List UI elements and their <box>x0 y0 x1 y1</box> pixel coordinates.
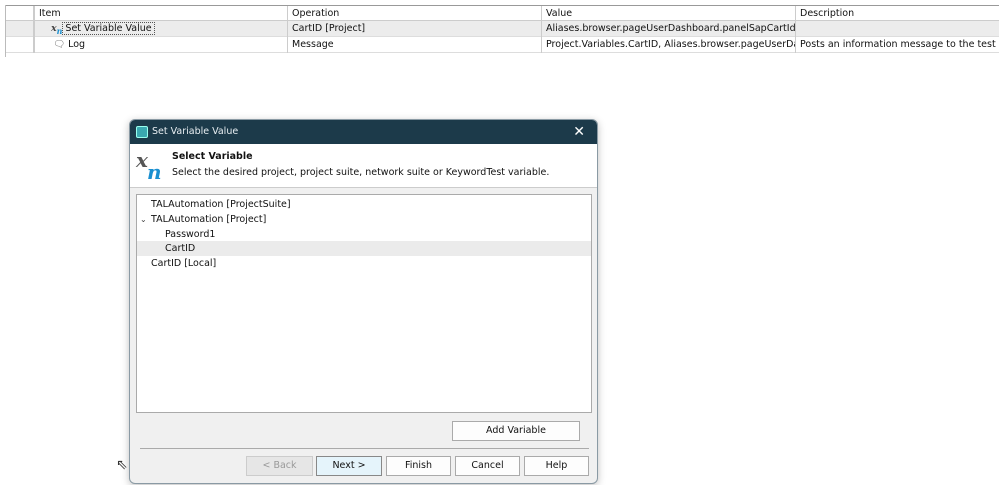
column-header-operation[interactable]: Operation <box>287 6 541 22</box>
divider <box>140 448 589 449</box>
table-row[interactable]: xn Set Variable Value CartID [Project] Al… <box>6 21 999 37</box>
mouse-cursor-icon: ⇖ <box>116 457 128 473</box>
description-cell[interactable] <box>795 21 999 37</box>
column-header-item[interactable]: Item <box>34 6 287 22</box>
column-header-description[interactable]: Description <box>795 6 999 22</box>
row-header[interactable] <box>6 21 34 37</box>
operation-cell[interactable]: Message <box>287 37 541 53</box>
dialog-title: Set Variable Value <box>152 126 239 137</box>
tree-item[interactable]: Password1 <box>137 227 591 242</box>
row-header-corner <box>6 6 34 22</box>
tree-item-selected[interactable]: CartID <box>137 241 591 256</box>
set-variable-dialog: Set Variable Value ✕ xn Select Variable … <box>129 119 598 484</box>
header-title: Select Variable <box>172 151 253 162</box>
value-cell[interactable]: Project.Variables.CartID, Aliases.browse… <box>541 37 795 53</box>
help-button[interactable]: Help <box>524 456 589 476</box>
item-name: Log <box>68 39 86 50</box>
tree-item[interactable]: CartID [Local] <box>137 256 591 271</box>
chevron-down-icon[interactable]: ⌄ <box>140 212 147 227</box>
dialog-header: xn Select Variable Select the desired pr… <box>130 144 597 188</box>
description-cell[interactable]: Posts an information message to the test… <box>795 37 999 53</box>
keyword-test-grid: Item Operation Value Description xn Set V… <box>5 5 999 57</box>
header-subtitle: Select the desired project, project suit… <box>172 167 550 178</box>
cancel-button[interactable]: Cancel <box>455 456 520 476</box>
variable-xn-icon: xn <box>51 23 63 36</box>
variable-tree[interactable]: TALAutomation [ProjectSuite] ⌄ TALAutomat… <box>136 194 592 413</box>
item-name: Set Variable Value <box>62 22 155 35</box>
close-icon[interactable]: ✕ <box>573 120 585 144</box>
tree-item[interactable]: TALAutomation [ProjectSuite] <box>137 197 591 212</box>
app-icon <box>136 126 148 138</box>
column-header-value[interactable]: Value <box>541 6 795 22</box>
table-row[interactable]: 🗨 Log Message Project.Variables.CartID, … <box>6 37 999 53</box>
finish-button[interactable]: Finish <box>386 456 451 476</box>
next-button[interactable]: Next > <box>316 456 382 476</box>
tree-item[interactable]: ⌄ TALAutomation [Project] <box>137 212 591 227</box>
tree-item-label: TALAutomation [Project] <box>151 214 267 225</box>
grid-header: Item Operation Value Description <box>6 5 999 22</box>
operation-cell[interactable]: CartID [Project] <box>287 21 541 37</box>
value-cell[interactable]: Aliases.browser.pageUserDashboard.panelS… <box>541 21 795 37</box>
dialog-titlebar[interactable]: Set Variable Value ✕ <box>130 120 597 144</box>
back-button[interactable]: < Back <box>246 456 313 476</box>
log-message-icon: 🗨 <box>53 39 69 50</box>
add-variable-button[interactable]: Add Variable <box>452 421 580 441</box>
row-header[interactable] <box>6 37 34 53</box>
